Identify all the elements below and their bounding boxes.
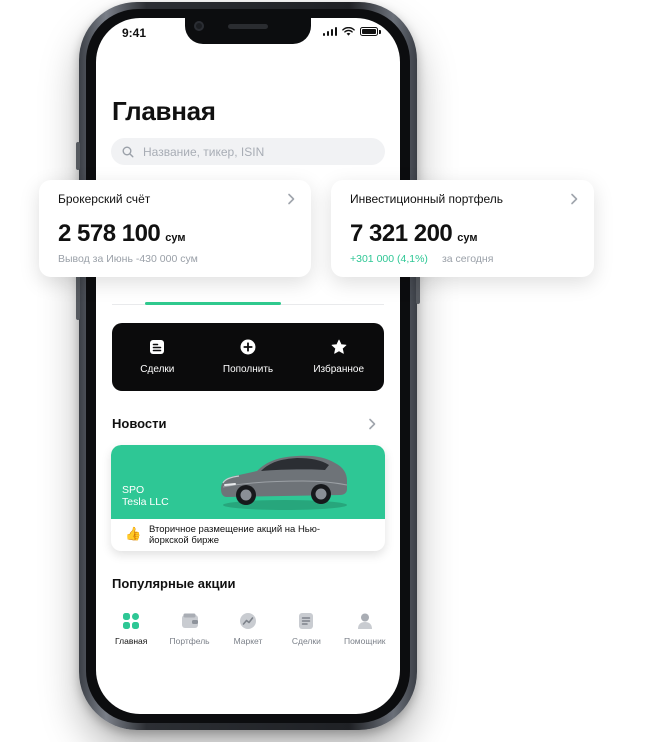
brokerage-currency: сум	[165, 232, 186, 244]
car-image	[221, 455, 348, 510]
portfolio-currency: сум	[457, 232, 478, 244]
segment-active-indicator	[145, 302, 281, 305]
news-card[interactable]: SPO Tesla LLC 👍 Вторичное размещение акц…	[111, 445, 385, 551]
brokerage-amount-value: 2 578 100	[58, 220, 161, 247]
favorites-label: Избранное	[313, 364, 365, 375]
brokerage-subtitle: Вывод за Июнь -430 000 сум	[58, 253, 198, 265]
news-description: Вторичное размещение акций на Нью-йоркск…	[149, 524, 321, 546]
tab-portfolio[interactable]: Портфель	[162, 610, 218, 660]
page-title: Главная	[112, 96, 216, 126]
top-up-label: Пополнить	[222, 364, 274, 375]
quick-actions-panel: Сделки Пополнить Избранное	[112, 323, 384, 391]
news-tag-line2: Tesla LLC	[122, 496, 169, 508]
signal-icon	[322, 27, 337, 36]
status-time: 9:41	[122, 26, 147, 40]
thumbs-up-icon: 👍	[125, 526, 142, 541]
chevron-right-icon[interactable]	[368, 418, 376, 430]
home-grid-icon	[123, 613, 140, 629]
status-icons	[322, 27, 381, 36]
search-icon	[122, 146, 134, 158]
user-icon	[357, 613, 372, 629]
phone-screen: 9:41 Главная Название, тикер, ISIN Сделк…	[96, 18, 400, 714]
wallet-icon	[181, 613, 198, 628]
document-icon	[150, 340, 165, 354]
brokerage-amount: 2 578 100 сум	[58, 220, 186, 248]
portfolio-change-row: +301 000 (4,1%) за сегодня	[350, 253, 493, 265]
news-tag-line1: SPO	[122, 484, 145, 496]
brokerage-title: Брокерский счёт	[58, 192, 151, 206]
tab-market[interactable]: Маркет	[220, 610, 276, 660]
investment-portfolio-card[interactable]: Инвестиционный портфель 7 321 200 сум +30…	[331, 180, 594, 277]
bottom-tab-bar: Главная Портфель Маркет Сделки Помощник	[96, 610, 400, 660]
chart-icon	[239, 613, 256, 629]
news-banner: SPO Tesla LLC	[111, 445, 385, 519]
speaker	[228, 24, 268, 29]
portfolio-change: +301 000 (4,1%)	[350, 253, 428, 265]
tab-home[interactable]: Главная	[103, 610, 159, 660]
portfolio-change-label: за сегодня	[441, 253, 494, 265]
deals-label: Сделки	[140, 364, 175, 375]
news-tag: SPO Tesla LLC	[122, 484, 169, 508]
tab-deals-label: Сделки	[291, 636, 321, 646]
brokerage-account-card[interactable]: Брокерский счёт 2 578 100 сум Вывод за Ию…	[39, 180, 311, 277]
silent-switch	[76, 142, 80, 170]
portfolio-title: Инвестиционный портфель	[350, 192, 504, 206]
tab-deals[interactable]: Сделки	[278, 610, 334, 660]
tab-portfolio-label: Портфель	[169, 636, 210, 646]
top-up-button[interactable]: Пополнить	[203, 323, 294, 391]
search-bar[interactable]	[111, 138, 385, 165]
deals-button[interactable]: Сделки	[112, 323, 203, 391]
tab-home-label: Главная	[115, 636, 148, 646]
search-input[interactable]	[141, 143, 365, 160]
favorites-button[interactable]: Избранное	[293, 323, 384, 391]
portfolio-amount: 7 321 200 сум	[350, 220, 478, 248]
plus-circle-icon	[240, 339, 256, 355]
camera	[194, 21, 204, 31]
tab-assistant-label: Помощник	[343, 636, 386, 646]
chevron-right-icon	[288, 193, 295, 205]
chevron-right-icon	[571, 193, 578, 205]
popular-stocks-title: Популярные акции	[112, 576, 236, 591]
star-icon	[331, 339, 347, 354]
notch	[185, 18, 311, 44]
news-section-title: Новости	[112, 416, 167, 431]
portfolio-amount-value: 7 321 200	[350, 220, 453, 247]
phone-frame: 9:41 Главная Название, тикер, ISIN Сделк…	[76, 2, 420, 730]
tab-assistant[interactable]: Помощник	[337, 610, 393, 660]
wifi-icon	[342, 27, 355, 36]
battery-icon	[360, 27, 381, 36]
list-icon	[299, 613, 314, 629]
tab-market-label: Маркет	[233, 636, 263, 646]
